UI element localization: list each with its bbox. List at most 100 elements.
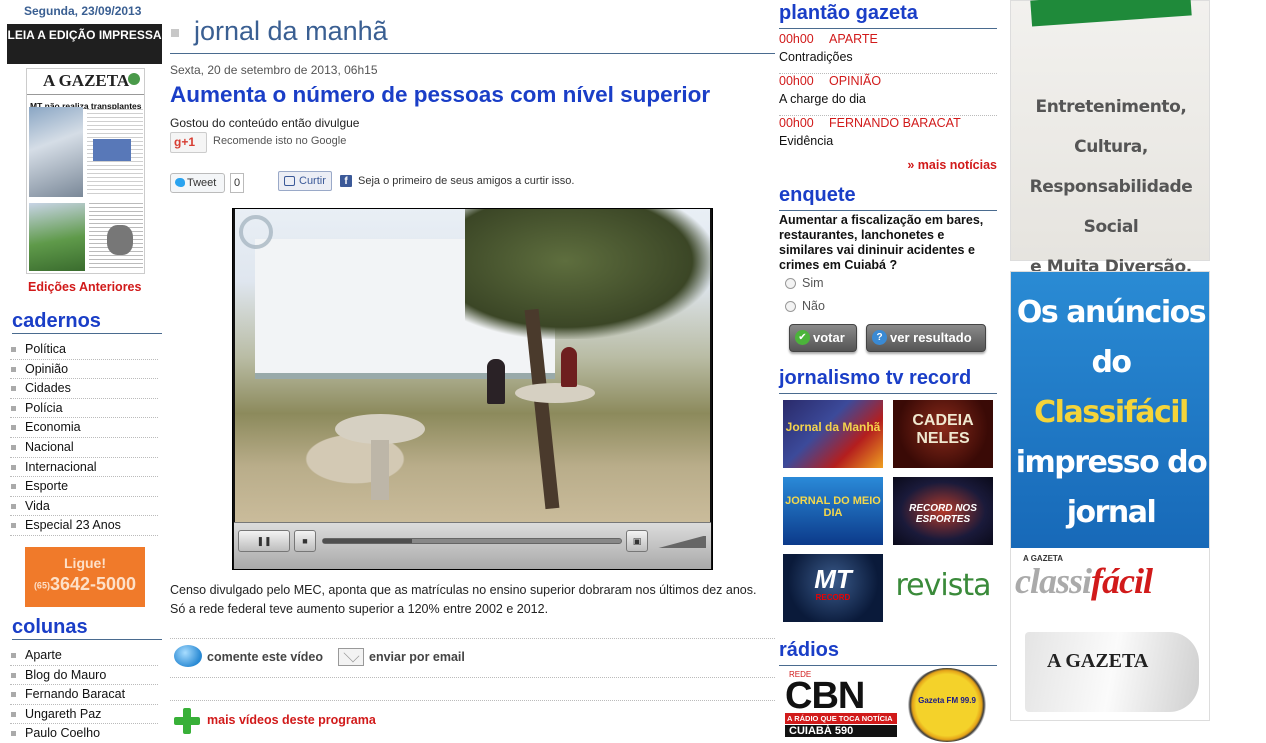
tv-program-jornal-da-manha[interactable]: Jornal da Manhã xyxy=(783,400,883,468)
cadernos-item[interactable]: Economia xyxy=(10,418,158,438)
cadernos-item[interactable]: Polícia xyxy=(10,399,158,419)
plantao-item[interactable]: 00h00 OPINIÃO A charge do dia xyxy=(779,74,997,116)
classi-text: classi xyxy=(1015,561,1092,601)
advertisement-classifacil[interactable]: Os anúncios do Classifácil impresso do j… xyxy=(1010,271,1210,721)
see-result-button[interactable]: ? ver resultado xyxy=(866,324,986,352)
cadernos-item[interactable]: Esporte xyxy=(10,477,158,497)
facil-text: fácil xyxy=(1091,561,1153,601)
video-frame xyxy=(235,209,712,539)
paper-logo-icon xyxy=(128,73,140,85)
poll-option-sim[interactable]: Sim xyxy=(785,276,824,290)
colunas-item[interactable]: Fernando Baracat xyxy=(10,685,158,705)
video-player[interactable]: ❚❚ ■ ▣ xyxy=(232,208,713,570)
plantao-category: FERNANDO BARACAT xyxy=(829,116,961,130)
result-label: ver resultado xyxy=(890,330,972,345)
vote-label: votar xyxy=(813,330,845,345)
colunas-item[interactable]: Aparte xyxy=(10,646,158,666)
tv-program-jornal-do-meio-dia[interactable]: JORNAL DO MEIO DIA xyxy=(783,477,883,545)
plantao-headline: A charge do dia xyxy=(779,92,866,106)
google-recommend-text: Recomende isto no Google xyxy=(213,135,347,147)
question-icon: ? xyxy=(872,329,887,345)
play-pause-button[interactable]: ❚❚ xyxy=(238,530,290,552)
thumbs-up-icon xyxy=(284,176,295,186)
roll-logo: A GAZETA xyxy=(1047,650,1149,672)
cadernos-item[interactable]: Nacional xyxy=(10,438,158,458)
cadernos-item[interactable]: Opinião xyxy=(10,360,158,380)
colunas-list: Aparte Blog do Mauro Fernando Baracat Un… xyxy=(10,646,158,743)
newspaper-cover-thumbnail[interactable]: A GAZETA MT não realiza transplantes xyxy=(26,68,145,274)
tweet-button[interactable]: Tweet xyxy=(170,173,225,193)
phone-banner[interactable]: Ligue! (65)3642-5000 xyxy=(25,547,145,607)
google-plus-button[interactable]: g+1 xyxy=(170,132,207,153)
tv-program-record-nos-esportes[interactable]: RECORD NOS ESPORTES xyxy=(893,477,993,545)
video-controls: ❚❚ ■ ▣ xyxy=(234,522,711,569)
plantao-item[interactable]: 00h00 FERNANDO BARACAT Evidência xyxy=(779,116,997,158)
ad1-text: Entretenimento, Cultura, Responsabilidad… xyxy=(1011,87,1211,287)
more-videos-link[interactable]: mais vídeos deste programa xyxy=(207,713,376,727)
cover-photo xyxy=(29,107,83,197)
cadernos-item[interactable]: Internacional xyxy=(10,458,158,478)
section-title: jornal da manhã xyxy=(170,16,775,54)
cadernos-item[interactable]: Especial 23 Anos xyxy=(10,516,158,536)
poll-question: Aumentar a fiscalização em bares, restau… xyxy=(779,213,984,272)
cadernos-item[interactable]: Cidades xyxy=(10,379,158,399)
send-email-link[interactable]: enviar por email xyxy=(369,650,465,664)
plantao-time: 00h00 xyxy=(779,32,814,46)
fullscreen-button[interactable]: ▣ xyxy=(626,530,648,552)
ligue-label: Ligue! xyxy=(64,555,106,571)
cadernos-list: Política Opinião Cidades Polícia Economi… xyxy=(10,340,158,536)
colunas-item[interactable]: Blog do Mauro xyxy=(10,666,158,686)
colunas-item[interactable]: Ungareth Paz xyxy=(10,705,158,725)
poll-option-label: Sim xyxy=(802,276,824,290)
radio-button[interactable] xyxy=(785,301,796,313)
colunas-item[interactable]: Paulo Coelho xyxy=(10,724,158,743)
like-label: Curtir xyxy=(299,175,326,187)
cover-text-column xyxy=(87,109,143,197)
plantao-item[interactable]: 00h00 APARTE Contradições xyxy=(779,32,997,74)
more-news-link[interactable]: » mais notícias xyxy=(907,158,997,172)
ad1-line: Entretenimento, xyxy=(1035,97,1187,117)
radio-button[interactable] xyxy=(785,278,796,290)
plantao-headline: Contradições xyxy=(779,50,853,64)
ad1-line: Cultura, xyxy=(1074,137,1148,157)
cadernos-item[interactable]: Política xyxy=(10,340,158,360)
enquete-title: enquete xyxy=(779,184,997,211)
comment-video-link[interactable]: comente este vídeo xyxy=(207,650,323,664)
radios-title: rádios xyxy=(779,639,997,666)
article-title: Aumenta o número de pessoas com nível su… xyxy=(170,82,711,107)
tv-program-sub: RECORD xyxy=(815,593,851,602)
stop-button[interactable]: ■ xyxy=(294,530,316,552)
advertisement-banner-1[interactable]: Entretenimento, Cultura, Responsabilidad… xyxy=(1010,0,1210,277)
tv-program-cadeia-neles[interactable]: CADEIA NELES xyxy=(893,400,993,468)
comment-bubble-icon[interactable] xyxy=(174,645,202,667)
classifacil-logo: classifácil xyxy=(1015,560,1207,602)
volume-slider[interactable] xyxy=(654,536,706,548)
divider xyxy=(170,700,775,701)
video-seek-bar[interactable] xyxy=(322,538,622,544)
previous-editions-link[interactable]: Edições Anteriores xyxy=(28,280,141,294)
twitter-bird-icon xyxy=(175,178,185,187)
ad2-line: jornal xyxy=(1066,495,1157,530)
radio-gazeta-fm-logo[interactable]: Gazeta FM 99.9 xyxy=(905,668,989,742)
cadernos-item[interactable]: Vida xyxy=(10,497,158,517)
poll-option-nao[interactable]: Não xyxy=(785,299,825,313)
paper-logo: A GAZETA xyxy=(43,71,130,90)
plantao-title: plantão gazeta xyxy=(779,2,997,29)
plus-icon[interactable] xyxy=(174,708,200,734)
tv-program-revista[interactable]: revista xyxy=(893,554,993,622)
article-date: Sexta, 20 de setembro de 2013, 06h15 xyxy=(170,63,378,77)
plantao-time: 00h00 xyxy=(779,74,814,88)
tv-record-title: jornalismo tv record xyxy=(779,367,997,394)
email-envelope-icon[interactable] xyxy=(338,648,364,666)
check-icon: ✔ xyxy=(795,329,810,345)
vote-button[interactable]: ✔ votar xyxy=(789,324,857,352)
ad2-text: Os anúncios do Classifácil impresso do j… xyxy=(1011,288,1209,588)
read-print-edition-button[interactable]: LEIA A EDIÇÃO IMPRESSA xyxy=(7,24,162,64)
facebook-like-button[interactable]: Curtir xyxy=(278,171,332,191)
current-date: Segunda, 23/09/2013 xyxy=(24,4,142,18)
cadernos-title: cadernos xyxy=(12,310,162,334)
tv-program-mt-record[interactable]: MT RECORD xyxy=(783,554,883,622)
share-prompt: Gostou do conteúdo então divulgue xyxy=(170,116,360,130)
radio-cbn-logo[interactable]: REDE CBN A RÁDIO QUE TOCA NOTÍCIA CUIABÁ… xyxy=(785,670,897,742)
ad2-blue-panel: Os anúncios do Classifácil impresso do j… xyxy=(1011,272,1209,580)
